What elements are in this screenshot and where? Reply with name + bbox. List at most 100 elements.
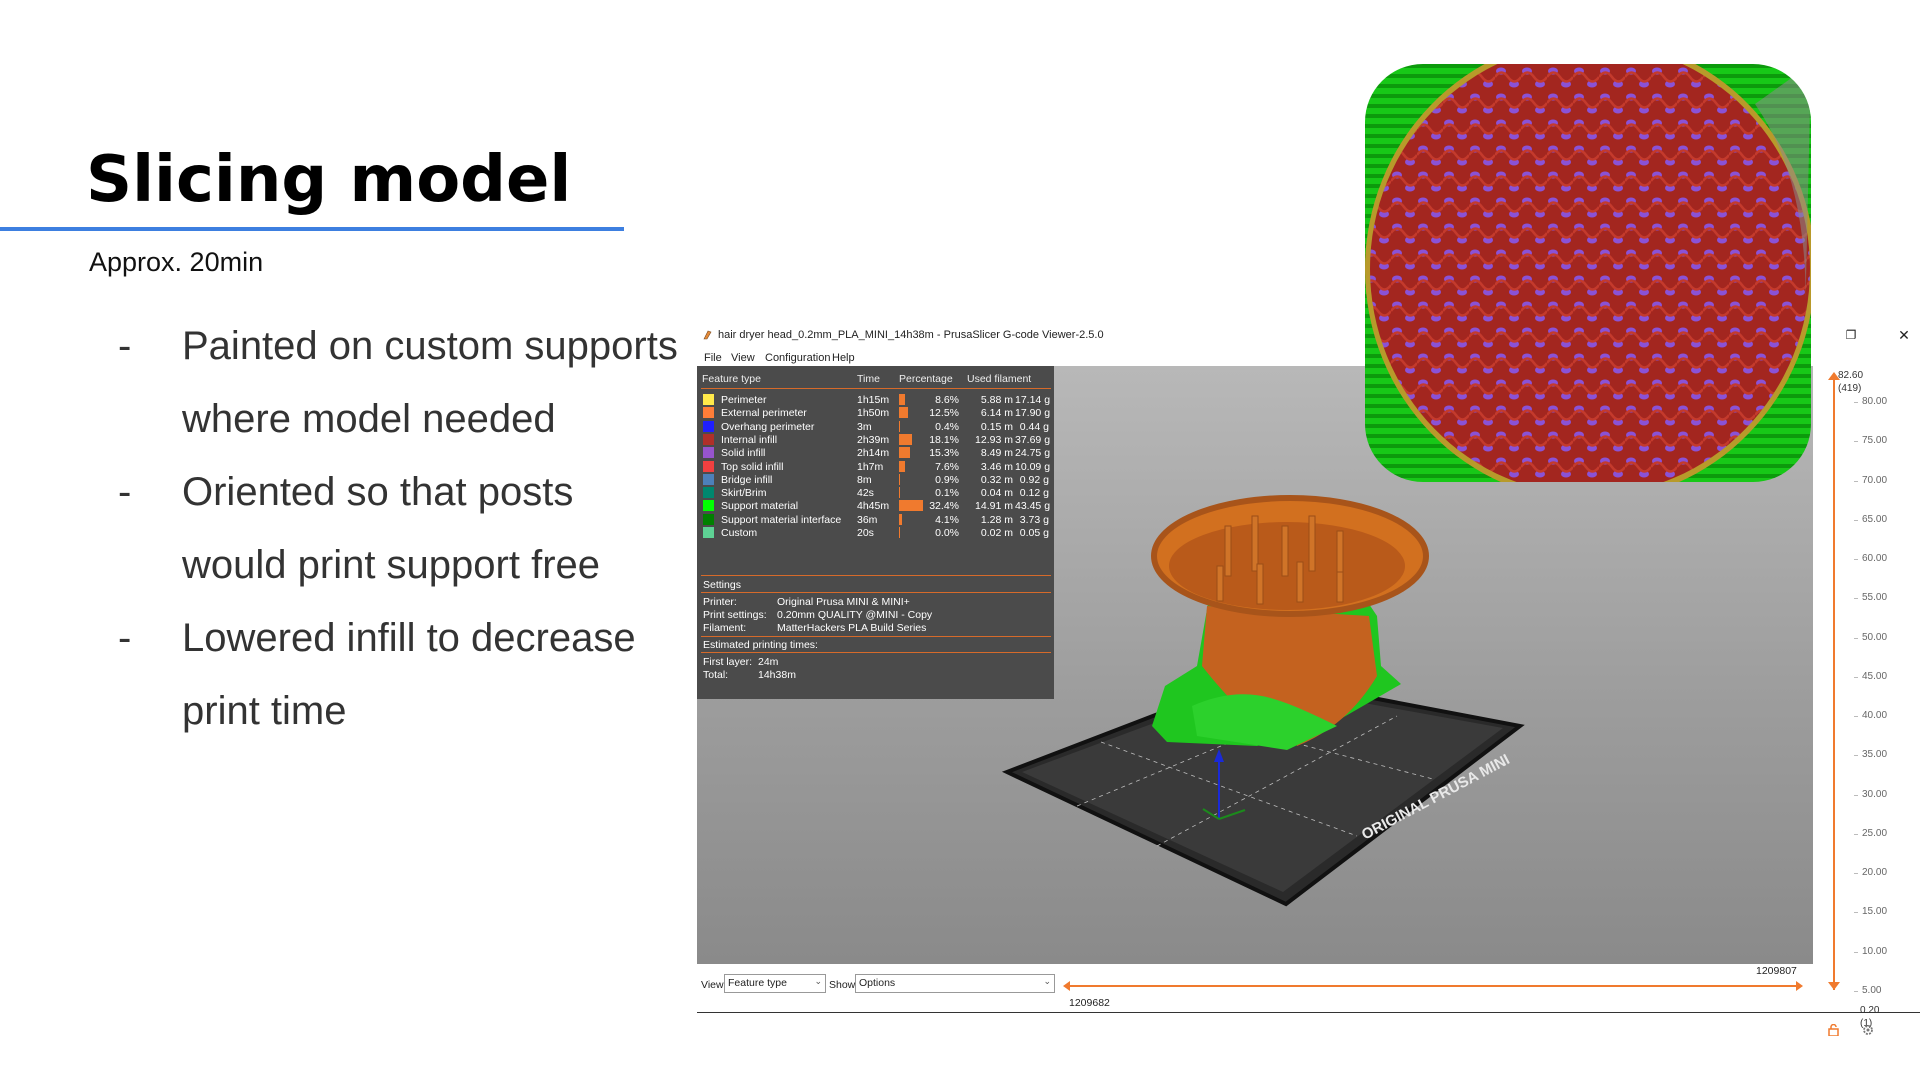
estimated-times-header: Estimated printing times:	[703, 639, 818, 651]
slider-tick	[1854, 598, 1858, 600]
legend-time: 8m	[857, 473, 872, 486]
slider-tick-label: 30.00	[1862, 788, 1888, 800]
slider-tick-label: 65.00	[1862, 513, 1888, 525]
close-icon[interactable]: ✕	[1897, 328, 1911, 342]
slider-tick	[1854, 441, 1858, 443]
setting-filament-key: Filament:	[703, 622, 747, 634]
total-time-value: 14h38m	[758, 669, 796, 681]
slider-tick-label: 25.00	[1862, 827, 1888, 839]
bullet-marker: -	[118, 470, 132, 514]
legend-weight: 43.45 g	[1015, 500, 1051, 513]
slider-tick	[1854, 833, 1858, 835]
legend-percentage: 7.6%	[935, 460, 959, 473]
legend-color-swatch	[703, 420, 714, 432]
legend-weight: 0.44 g	[1019, 420, 1049, 433]
legend-percentage-bar	[899, 513, 903, 525]
slider-tick	[1854, 480, 1858, 482]
legend-weight: 0.92 g	[1019, 473, 1049, 486]
legend-length: 0.04 m	[980, 487, 1013, 500]
legend-length: 5.88 m	[980, 394, 1013, 406]
legend-percentage: 8.6%	[935, 394, 959, 406]
infill-closeup-image	[1365, 64, 1811, 482]
slider-tick-label: 45.00	[1862, 670, 1888, 682]
menu-view[interactable]: View	[731, 352, 755, 364]
legend-percentage: 0.1%	[935, 487, 959, 500]
legend-percentage-bar	[899, 460, 905, 472]
legend-feature-name: Support material interface	[721, 513, 842, 526]
first-layer-key: First layer:	[703, 656, 753, 668]
slider-tick	[1854, 755, 1858, 757]
settings-header: Settings	[703, 579, 741, 591]
window-bottom-edge	[697, 1012, 1920, 1013]
legend-feature-name: Bridge infill	[721, 473, 773, 486]
layer-slider[interactable]: 82.60 (419) 80.00 75.00 70.00 65.00 60.00 55.…	[1820, 366, 1920, 1036]
legend-time: 20s	[857, 527, 874, 539]
menu-configuration[interactable]: Configuration	[765, 352, 830, 364]
slider-tick-label: 70.00	[1862, 474, 1888, 486]
layer-slider-track[interactable]	[1820, 366, 1850, 1006]
legend-percentage: 18.1%	[929, 433, 959, 446]
legend-feature-name: Support material	[721, 500, 799, 513]
legend-length: 1.28 m	[980, 513, 1013, 526]
legend-color-swatch	[703, 500, 714, 512]
slider-tick	[1854, 912, 1858, 914]
setting-printer-value: Original Prusa MINI & MINI+	[777, 596, 910, 608]
title-underline	[0, 227, 624, 231]
legend-time: 1h15m	[857, 394, 890, 406]
view-dropdown[interactable]: Feature type ⌄	[724, 974, 826, 993]
bullet-item: - Painted on custom supports where model …	[118, 310, 678, 456]
legend-percentage-bar	[899, 527, 900, 538]
slider-tick-label: 50.00	[1862, 631, 1888, 643]
legend-weight: 24.75 g	[1015, 447, 1051, 460]
slider-top-layer: (419)	[1838, 383, 1862, 394]
bullet-text: Oriented so that posts would print suppo…	[182, 470, 601, 587]
slider-tick-label: 40.00	[1862, 710, 1888, 722]
legend-percentage: 0.4%	[935, 420, 959, 433]
legend-percentage-bar	[899, 394, 906, 405]
legend-percentage-bar	[899, 447, 911, 459]
menu-help[interactable]: Help	[832, 352, 855, 364]
legend-feature-name: Perimeter	[721, 394, 767, 406]
legend-time: 42s	[857, 487, 874, 500]
legend-panel: Feature type Time Percentage Used filame…	[697, 366, 1054, 699]
legend-percentage-bar	[899, 473, 900, 485]
slider-tick	[1854, 951, 1858, 953]
legend-header-percentage: Percentage	[899, 373, 953, 385]
window-title: hair dryer head_0.2mm_PLA_MINI_14h38m - …	[718, 329, 1104, 341]
restore-icon[interactable]: ❐	[1844, 328, 1858, 342]
legend-percentage-bar	[899, 487, 900, 499]
legend-length: 0.02 m	[980, 527, 1013, 539]
bottom-toolbar: View Feature type ⌄ Show Options ⌄ 12098…	[697, 964, 1920, 1014]
legend-feature-name: Top solid infill	[721, 460, 784, 473]
horizontal-slider[interactable]	[1063, 979, 1803, 993]
infill-zoom-inset	[1365, 64, 1811, 482]
chevron-down-icon: ⌄	[814, 976, 822, 986]
legend-weight: 10.09 g	[1015, 460, 1051, 473]
show-dropdown[interactable]: Options ⌄	[855, 974, 1055, 993]
lock-icon[interactable]	[1828, 1024, 1839, 1036]
legend-header-filament: Used filament	[967, 373, 1032, 385]
legend-color-swatch	[703, 447, 714, 459]
gear-icon[interactable]	[1862, 1024, 1874, 1036]
menu-file[interactable]: File	[704, 352, 722, 364]
legend-percentage: 0.0%	[935, 527, 959, 539]
legend-color-swatch	[703, 527, 714, 538]
setting-filament-value: MatterHackers PLA Build Series	[777, 622, 927, 634]
legend-time: 4h45m	[857, 500, 890, 513]
legend-weight: 3.73 g	[1019, 513, 1049, 526]
prusaslicer-app-icon	[703, 330, 712, 340]
legend-percentage: 12.5%	[929, 407, 959, 420]
bullet-list: - Painted on custom supports where model …	[118, 310, 678, 748]
legend-time: 2h14m	[857, 447, 890, 460]
bullet-item: - Oriented so that posts would print supp…	[118, 456, 678, 602]
legend-percentage: 15.3%	[929, 447, 959, 460]
legend-divider	[701, 636, 1051, 637]
legend-percentage: 32.4%	[929, 500, 959, 513]
slide-title: Slicing model	[86, 143, 572, 217]
legend-weight: 37.69 g	[1015, 433, 1051, 446]
legend-time: 2h39m	[857, 433, 890, 446]
legend-feature-name: External perimeter	[721, 407, 807, 420]
slide-subtitle: Approx. 20min	[89, 247, 264, 277]
setting-print-settings-value: 0.20mm QUALITY @MINI - Copy	[777, 609, 933, 621]
slider-tick-label: 55.00	[1862, 592, 1888, 604]
